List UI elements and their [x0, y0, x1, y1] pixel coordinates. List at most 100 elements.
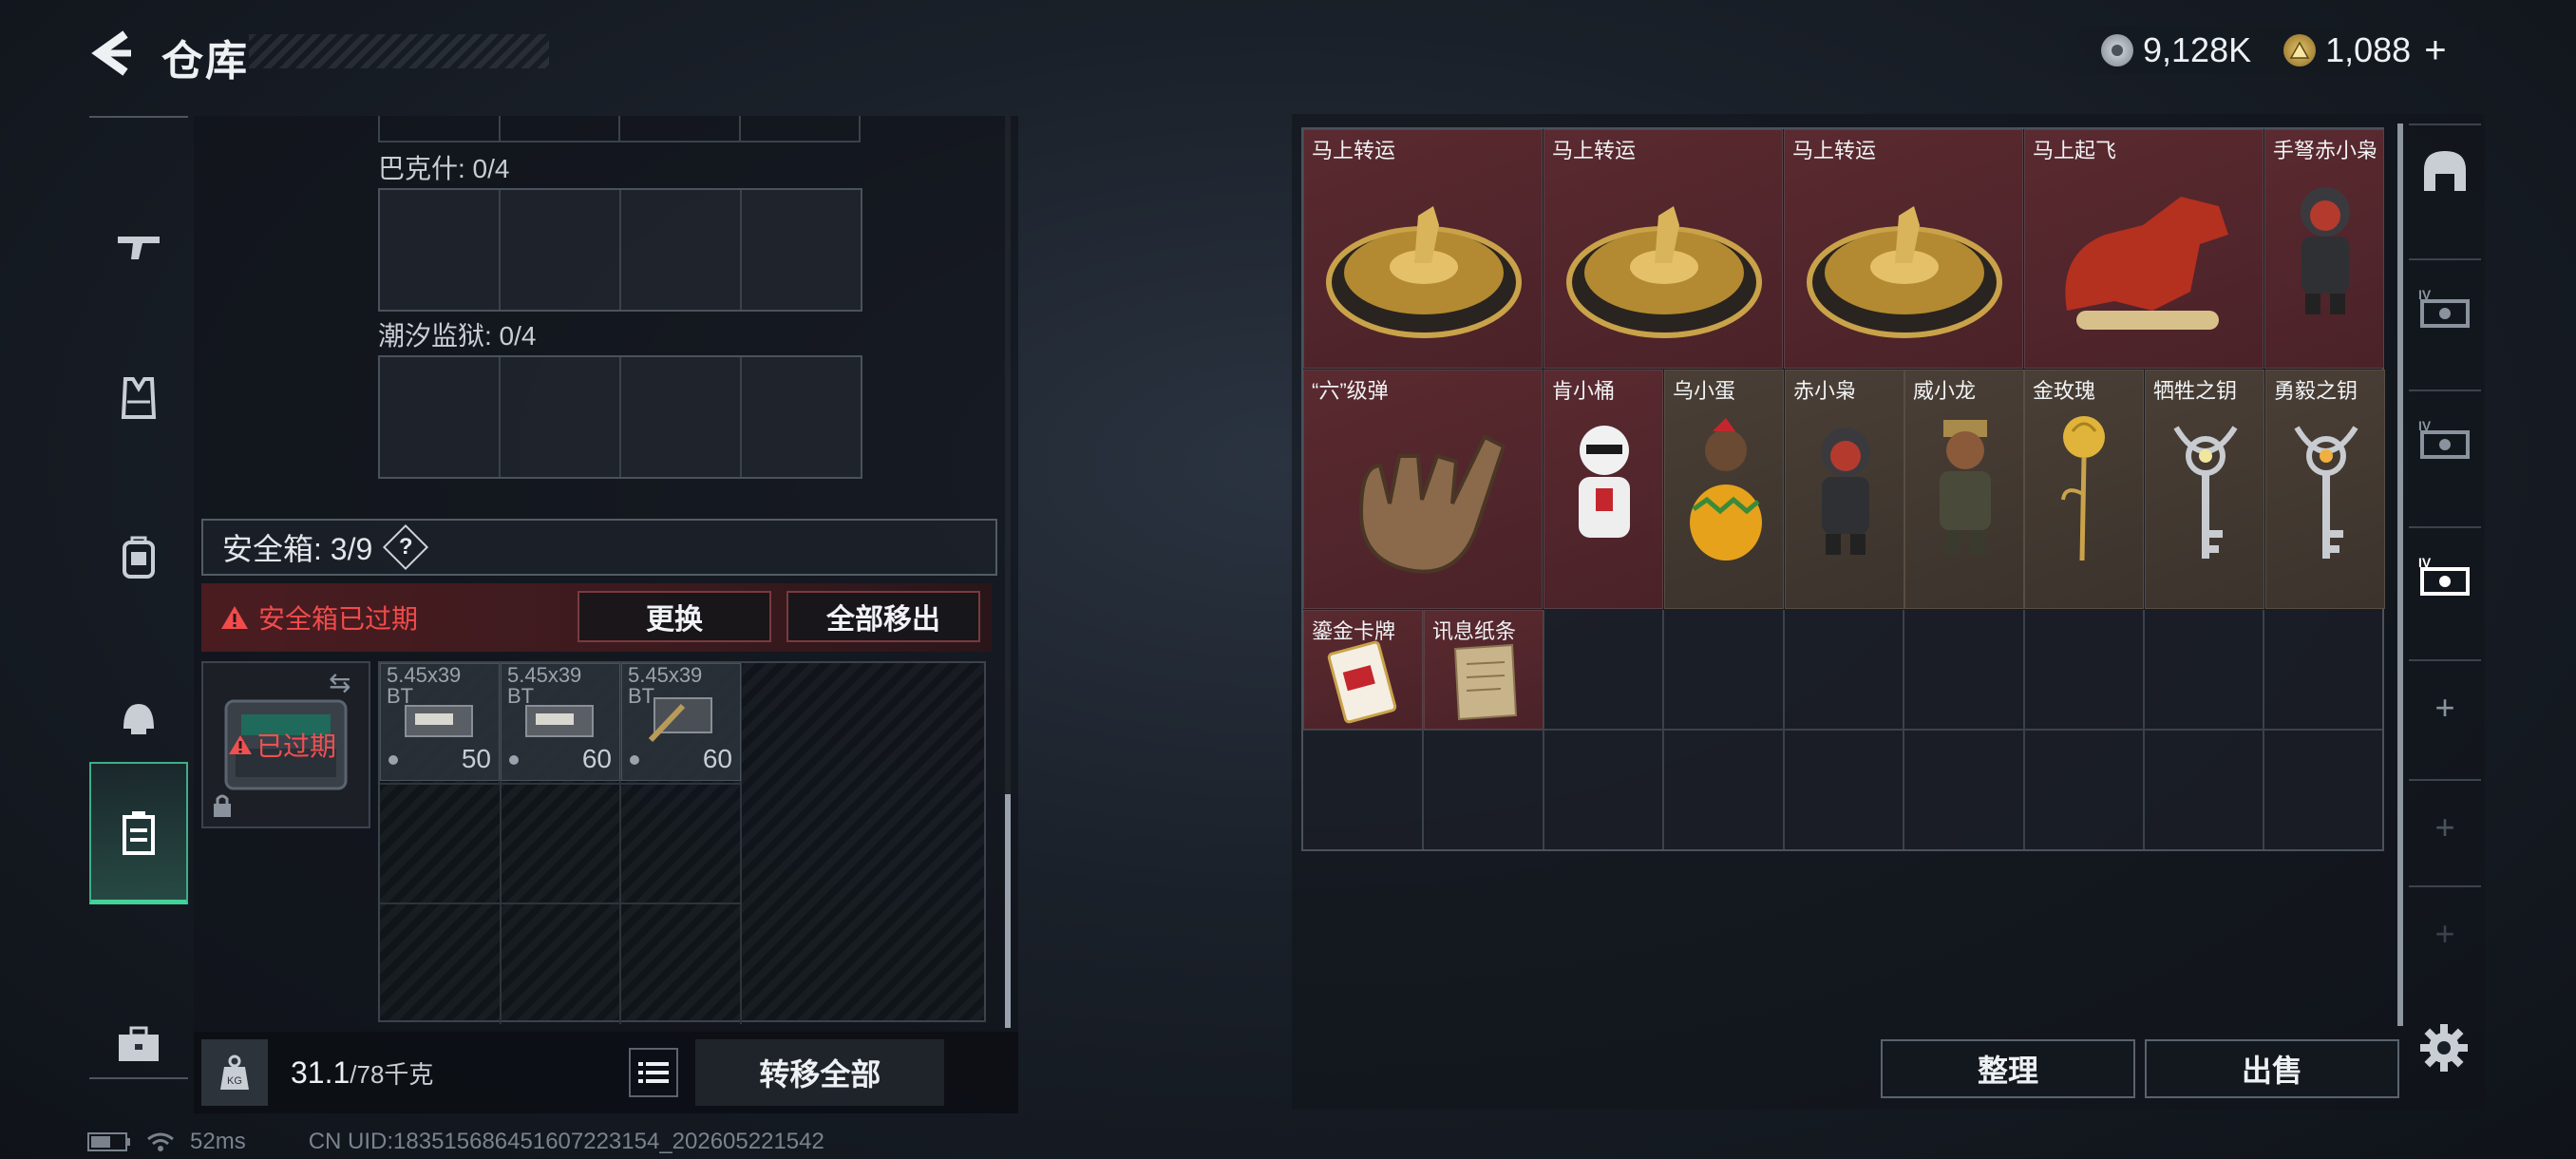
weight-icon: KG	[201, 1039, 268, 1106]
storage-tab-4-active[interactable]: IV	[2409, 526, 2481, 621]
rifle-icon	[118, 237, 160, 259]
gear-icon[interactable]	[2418, 1022, 2470, 1078]
ammo-box-image	[648, 697, 712, 743]
ammo-box-image	[405, 705, 473, 737]
sort-button[interactable]: 整理	[1881, 1039, 2135, 1098]
storage-item[interactable]: 马上转运	[1544, 129, 1783, 369]
add-storage-tab-button[interactable]: +	[2409, 659, 2481, 754]
storage-tab-3[interactable]: IV	[2409, 390, 2481, 484]
safebox-icon	[123, 810, 155, 855]
safebox-lv4-active-icon: IV	[2418, 555, 2470, 596]
storage-tab-1[interactable]	[2409, 124, 2481, 218]
safebox-capacity: 安全箱: 3/9	[222, 532, 373, 566]
add-storage-tab-button[interactable]: +	[2409, 779, 2481, 874]
remove-all-button[interactable]: 全部移出	[786, 591, 980, 642]
warning-icon	[229, 735, 252, 754]
storage-item[interactable]: 勇毅之钥	[2265, 370, 2385, 609]
slot-grid-tidal-prison[interactable]	[378, 355, 862, 479]
sell-button[interactable]: 出售	[2145, 1039, 2399, 1098]
help-icon[interactable]: ?	[383, 523, 429, 571]
storage-item[interactable]: 威小龙	[1904, 370, 2024, 609]
expired-warning-bar: 安全箱已过期 更换 全部移出	[201, 583, 992, 652]
storage-item[interactable]: 马上起飞	[2024, 129, 2263, 369]
egg-figure-image	[1690, 418, 1762, 560]
golden-horse-wheel-image	[1566, 206, 1762, 338]
soldier-figure-image	[1940, 420, 1991, 555]
storage-item[interactable]: 牺牲之钥	[2145, 370, 2264, 609]
storage-item[interactable]: 赤小枭	[1785, 370, 1904, 609]
key-image	[2294, 426, 2358, 559]
expired-tag: 已过期	[228, 726, 336, 764]
list-icon	[638, 1062, 670, 1083]
gold-triangle-coin-icon	[2283, 34, 2317, 66]
storage-item[interactable]: 手弩赤小枭	[2264, 129, 2384, 369]
storage-item[interactable]: 马上转运	[1784, 129, 2023, 369]
list-view-button[interactable]	[629, 1048, 679, 1097]
silver-amount: 9,128K	[2143, 30, 2252, 69]
status-line: 52ms CN UID:183515686451607223154_202605…	[87, 1129, 824, 1155]
page-title: 仓库	[161, 38, 249, 85]
vest-icon	[121, 377, 157, 419]
ammo-item[interactable]: 5.45x39 BT 50	[380, 663, 500, 781]
wifi-icon	[147, 1132, 174, 1151]
replace-button[interactable]: 更换	[578, 591, 771, 642]
category-nav	[89, 116, 188, 1079]
helmet-icon	[123, 704, 154, 734]
left-scrollbar-thumb[interactable]	[1005, 794, 1011, 1028]
storage-tab-2[interactable]: IV	[2409, 258, 2481, 353]
storage-item[interactable]: 肯小桶	[1544, 370, 1663, 609]
add-currency-button[interactable]: +	[2424, 29, 2446, 72]
red-horse-image	[2065, 197, 2228, 330]
slot-grid-bakhsh[interactable]	[378, 188, 862, 312]
weight-readout: 31.1/78千克	[291, 1054, 434, 1090]
back-icon[interactable]	[84, 25, 141, 82]
golden-horse-wheel-image	[1807, 206, 2002, 338]
nav-case[interactable]	[89, 973, 188, 1115]
safebox-lv4-icon: IV	[2418, 418, 2470, 459]
uid-text: CN UID:183515686451607223154_20260522154…	[308, 1129, 824, 1154]
storage-item[interactable]: 鎏金卡牌	[1303, 610, 1423, 730]
storage-item[interactable]: 乌小蛋	[1664, 370, 1784, 609]
safebox-header: 安全箱: 3/9 ?	[201, 519, 997, 576]
nav-backpack[interactable]	[89, 486, 188, 629]
gold-amount: 1,088	[2325, 30, 2412, 69]
hooded-figure-image	[1821, 428, 1870, 555]
inventory-footer: KG 31.1/78千克 转移全部	[194, 1032, 1018, 1113]
hooded-figure-image	[2301, 187, 2350, 314]
swap-icon[interactable]: ⇆	[329, 667, 350, 698]
nav-armor[interactable]	[89, 327, 188, 469]
backpack-icon	[123, 536, 155, 579]
bullet-hand-image	[1358, 434, 1506, 574]
section-label-bakhsh: 巴克什: 0/4	[378, 154, 510, 183]
title-stripe	[249, 34, 549, 68]
storage-scrollbar[interactable]	[2397, 124, 2403, 1026]
currency-bar: 9,128K 1,088 +	[2054, 27, 2475, 74]
ammo-item[interactable]: 5.45x39 BT 60	[501, 663, 620, 781]
add-storage-tab-button[interactable]: +	[2409, 885, 2481, 980]
storage-item[interactable]: 金玫瑰	[2024, 370, 2144, 609]
colonel-figure-image	[1579, 426, 1630, 538]
storage-item[interactable]: 马上转运	[1303, 129, 1543, 369]
ammo-box-image	[525, 705, 594, 737]
section-label-tidal-prison: 潮汐监狱: 0/4	[378, 321, 537, 351]
golden-rose-image	[2061, 416, 2105, 561]
svg-text:KG: KG	[227, 1075, 242, 1087]
gilded-card-image	[1327, 640, 1397, 724]
storage-item[interactable]: “六”级弹	[1303, 370, 1543, 609]
lock-icon	[211, 792, 234, 824]
ammo-item[interactable]: 5.45x39 BT 60	[621, 663, 741, 781]
nav-weapons[interactable]	[89, 175, 188, 317]
silver-coin-icon	[2101, 34, 2133, 66]
nav-safebox[interactable]	[89, 762, 188, 904]
partial-slot-row	[378, 116, 861, 142]
key-image	[2173, 426, 2238, 559]
transfer-all-button[interactable]: 转移全部	[695, 1039, 945, 1106]
helmet-tab-icon	[2424, 151, 2466, 191]
golden-horse-wheel-image	[1326, 206, 1522, 338]
expired-warning-text: 安全箱已过期	[258, 604, 419, 634]
storage-item[interactable]: 讯息纸条	[1424, 610, 1544, 730]
ping-text: 52ms	[190, 1129, 246, 1154]
storage-tabs: IV IV IV + + +	[2409, 124, 2481, 1026]
paper-note-image	[1453, 643, 1518, 721]
safebox-lv4-icon: IV	[2418, 287, 2470, 328]
